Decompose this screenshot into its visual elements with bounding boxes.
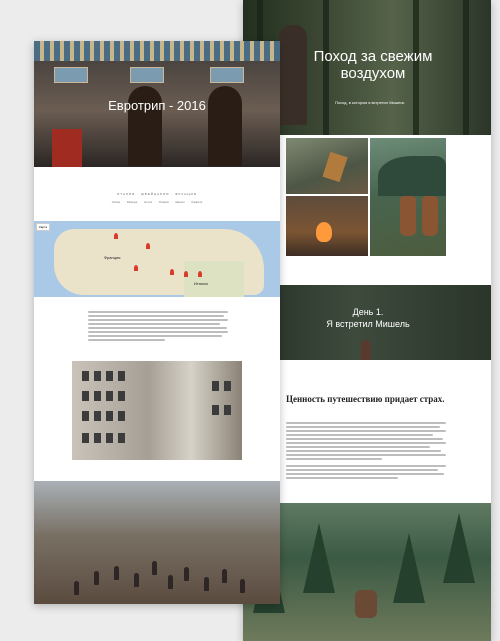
- tent-shape: [378, 156, 446, 196]
- map-pin-icon[interactable]: [198, 271, 202, 277]
- axe-photo: [286, 138, 368, 194]
- section-heading: ИТАЛИЯ · ШВЕЙЦАРИЯ · ФРАНЦИЯ: [117, 192, 197, 196]
- nav-item[interactable]: Норвегия: [191, 201, 202, 204]
- forest-footer-image: [243, 503, 491, 641]
- hero-subtitle: Поход, в котором я встретил Мишель: [335, 100, 405, 105]
- day-banner-title: День 1. Я встретил Мишель: [313, 306, 423, 330]
- nav-item[interactable]: Швеция: [175, 201, 184, 204]
- person-silhouette: [361, 340, 371, 360]
- article-body-placeholder: [286, 422, 446, 481]
- paris-street-photo: [72, 361, 242, 460]
- boot-shape: [400, 196, 416, 236]
- crowded-street-photo: [34, 481, 280, 604]
- hero-title: Евротрип - 2016: [108, 98, 206, 113]
- map-label: Италия: [194, 281, 208, 286]
- nav-item[interactable]: Франция: [127, 201, 137, 204]
- day-caption: Я встретил Мишель: [326, 319, 410, 329]
- boot-shape: [422, 196, 438, 236]
- route-map[interactable]: Карта Франция Италия: [34, 221, 280, 297]
- map-pin-icon[interactable]: [170, 269, 174, 275]
- country-nav: Италия Франция Англия Испания Швеция Нор…: [34, 201, 280, 204]
- hero-title: Поход за свежим воздухом: [313, 48, 433, 82]
- map-pin-icon[interactable]: [184, 271, 188, 277]
- pine-tree: [303, 523, 335, 593]
- pine-tree: [443, 513, 475, 583]
- red-door: [52, 129, 82, 167]
- window: [54, 67, 88, 83]
- intro-text-placeholder: [88, 311, 228, 343]
- map-label: Франция: [104, 255, 121, 260]
- day-label: День 1.: [352, 307, 384, 317]
- hiking-page-preview: Поход за свежим воздухом Поход, в которо…: [243, 0, 491, 641]
- nav-item[interactable]: Италия: [112, 201, 121, 204]
- fire-icon: [316, 222, 332, 242]
- map-type-button[interactable]: Карта: [36, 223, 51, 231]
- pine-tree: [393, 533, 425, 603]
- nav-item[interactable]: Испания: [159, 201, 169, 204]
- window: [130, 67, 164, 83]
- window: [210, 67, 244, 83]
- nav-item[interactable]: Англия: [144, 201, 152, 204]
- deer-figure: [355, 590, 377, 618]
- photo-grid: [286, 138, 446, 256]
- land-area: [184, 261, 244, 297]
- map-pin-icon[interactable]: [114, 233, 118, 239]
- eurotrip-page-preview: Евротрип - 2016 ИТАЛИЯ · ШВЕЙЦАРИЯ · ФРА…: [34, 41, 280, 604]
- map-pin-icon[interactable]: [134, 265, 138, 271]
- axe-icon: [322, 151, 348, 183]
- campfire-photo: [286, 196, 368, 256]
- tree-trunk: [463, 0, 469, 135]
- article-heading: Ценность путешествию придает страх.: [286, 394, 445, 404]
- tiled-facade: [34, 41, 280, 61]
- map-pin-icon[interactable]: [146, 243, 150, 249]
- tent-boots-photo: [370, 138, 446, 256]
